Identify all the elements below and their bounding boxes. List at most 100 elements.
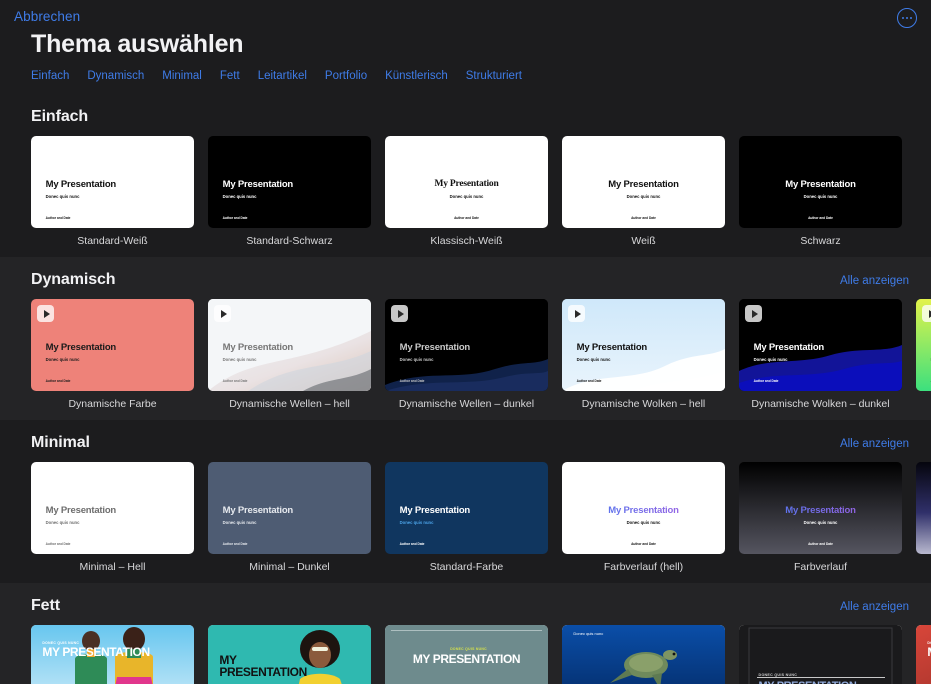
- theme-thumbnail[interactable]: My PresentationDonec quis nuncAuthor and…: [916, 462, 931, 554]
- section-fett: Fett Alle anzeigen DONEC QUIS NUNCMY PRES…: [0, 583, 931, 684]
- category-link-leitartikel[interactable]: Leitartikel: [258, 70, 307, 82]
- theme-card[interactable]: My PresentationDonec quis nuncAuthor and…: [562, 462, 725, 573]
- theme-thumbnail[interactable]: DONEC QUIS NUNCMY PRESENTATIONDonec quis…: [739, 625, 902, 684]
- theme-thumbnail[interactable]: My PresentationDonec quis nuncAuthor and…: [562, 136, 725, 228]
- theme-thumbnail[interactable]: My PresentationDonec quis nuncAuthor and…: [208, 136, 371, 228]
- play-icon[interactable]: [391, 305, 408, 322]
- slide-subtitle: Donec quis nunc: [739, 520, 902, 525]
- theme-thumbnail[interactable]: My PresentationDonec quis nuncAuthor and…: [385, 462, 548, 554]
- theme-thumbnail[interactable]: DONEC QUIS NUNCMY PRESENTATIONDonec quis…: [31, 625, 194, 684]
- theme-name: Dynamische Wolken – dunkel: [739, 398, 902, 410]
- theme-card[interactable]: My PresentationDonec quis nuncAuthor and…: [562, 299, 725, 410]
- slide-content: My PresentationDonec quis nuncAuthor and…: [208, 299, 371, 391]
- see-all-link[interactable]: Alle anzeigen: [840, 275, 909, 287]
- theme-card[interactable]: My PresentationDonec quis nuncAuthor and…: [385, 299, 548, 410]
- see-all-link[interactable]: Alle anzeigen: [840, 601, 909, 613]
- theme-card[interactable]: My PresentationDonec quis nuncAuthor and…: [739, 462, 902, 573]
- theme-card[interactable]: DONEC QUIS NUNCMY PRESENTATIONDonec quis…: [739, 625, 902, 684]
- theme-card[interactable]: My PresentationDonec quis nuncAuthor and…: [31, 136, 194, 247]
- slide-subtitle: Donec quis nunc: [400, 357, 434, 362]
- theme-thumbnail[interactable]: My PresentationDonec quis nuncAuthor and…: [739, 462, 902, 554]
- theme-card[interactable]: My PresentationDonec quis nuncAuthor and…: [916, 462, 931, 573]
- theme-thumbnail[interactable]: DONEC QUIS NUNCMY PRESENTATIONDonec quis…: [208, 625, 371, 684]
- section-title: Einfach: [31, 108, 88, 126]
- slide-footer: Author and Date: [739, 542, 902, 546]
- theme-card[interactable]: My Presentation Donec quis nunc Author and…: [208, 462, 371, 573]
- cancel-button[interactable]: Abbrechen: [14, 9, 80, 24]
- theme-thumbnail[interactable]: My PresentationDonec quis nuncAuthor and…: [385, 299, 548, 391]
- theme-thumbnail[interactable]: My PresentationDonec quis nuncAuthor and…: [739, 299, 902, 391]
- slide-subtitle: Donec quis nunc: [223, 520, 257, 525]
- slide-title: My Presentation: [46, 179, 116, 190]
- category-link-fett[interactable]: Fett: [220, 70, 240, 82]
- theme-card[interactable]: My PresentationDonec quis nuncAuthor and…: [208, 136, 371, 247]
- see-all-link[interactable]: Alle anzeigen: [840, 438, 909, 450]
- theme-thumbnail[interactable]: My PresentationDonec quis nuncAuthor and…: [562, 299, 725, 391]
- theme-card[interactable]: DONEC QUIS NUNCMY PRESENTATIONDonec quis…: [208, 625, 371, 684]
- theme-card[interactable]: DONEC QUIS NUNCMY PRESENTATIONDonec quis…: [31, 625, 194, 684]
- theme-name: Weiß: [562, 235, 725, 247]
- theme-thumbnail[interactable]: My Presentation Donec quis nunc Author and…: [208, 462, 371, 554]
- theme-card[interactable]: My PresentationDonec quis nuncAuthor and…: [31, 462, 194, 573]
- theme-thumbnail[interactable]: My PresentationDonec quis nuncAuthor and…: [31, 462, 194, 554]
- slide-kicker: DONEC QUIS NUNC: [759, 673, 798, 677]
- theme-card[interactable]: My PresentationDonec quis nuncAuthor and…: [739, 299, 902, 410]
- dot: [902, 17, 905, 20]
- slide-content: My PresentationDonec quis nuncAuthor and…: [562, 136, 725, 228]
- category-link-dynamisch[interactable]: Dynamisch: [87, 70, 144, 82]
- slide-title: My Presentation: [916, 505, 931, 516]
- theme-card[interactable]: My PresentationDonec quis nuncAuthor and…: [562, 136, 725, 247]
- theme-name: Standard-Schwarz: [208, 235, 371, 247]
- theme-thumbnail[interactable]: DONEC QUIS NUNCMY PRESENTATIONDonec quis…: [916, 625, 931, 684]
- theme-card[interactable]: My PresentationDonec quis nuncAuthor and…: [916, 299, 931, 410]
- play-icon[interactable]: [568, 305, 585, 322]
- play-icon[interactable]: [37, 305, 54, 322]
- theme-card[interactable]: DONEC QUIS NUNCMY PRESENTATIONDonec quis…: [385, 625, 548, 684]
- theme-name: Dynamische Wellen – hell: [208, 398, 371, 410]
- slide-footer: Author and Date: [223, 542, 248, 546]
- more-options-icon[interactable]: [897, 8, 917, 28]
- category-link-knstlerisch[interactable]: Künstlerisch: [385, 70, 448, 82]
- slide-footer: Author and Date: [385, 216, 548, 220]
- theme-thumbnail[interactable]: DONEC QUIS NUNCMY PRESENTATIONDonec quis…: [385, 625, 548, 684]
- play-icon[interactable]: [214, 305, 231, 322]
- section-title: Fett: [31, 597, 60, 615]
- play-icon[interactable]: [745, 305, 762, 322]
- category-link-portfolio[interactable]: Portfolio: [325, 70, 367, 82]
- slide-footer: Author and Date: [46, 216, 71, 220]
- slide-subtitle: Donec quis nunc: [400, 520, 434, 525]
- slide-subtitle: Donec quis nunc: [223, 357, 257, 362]
- theme-name: Dynamische Wellen – dunkel: [385, 398, 548, 410]
- theme-thumbnail[interactable]: My PresentationDonec quis nuncAuthor and…: [385, 136, 548, 228]
- theme-card[interactable]: My PresentationDonec quis nuncAuthor and…: [739, 136, 902, 247]
- theme-row[interactable]: My PresentationDonec quis nuncAuthor and…: [0, 299, 931, 410]
- theme-name: Farbverlauf (hell): [562, 561, 725, 573]
- section-header: Einfach: [0, 94, 931, 136]
- theme-card[interactable]: My PresentationDonec quis nuncAuthor and…: [385, 136, 548, 247]
- theme-thumbnail[interactable]: My PresentationDonec quis nuncAuthor and…: [208, 299, 371, 391]
- theme-row[interactable]: My Presentation Donec quis nunc Author and…: [0, 462, 931, 573]
- theme-row[interactable]: DONEC QUIS NUNCMY PRESENTATIONDonec quis…: [0, 625, 931, 684]
- theme-thumbnail[interactable]: My PresentationDonec quis nuncAuthor and…: [31, 299, 194, 391]
- theme-thumbnail[interactable]: DONEC QUIS NUNCMY PRESENTATIONDonec quis…: [562, 625, 725, 684]
- play-icon[interactable]: [922, 305, 931, 322]
- theme-card[interactable]: My PresentationDonec quis nuncAuthor and…: [31, 299, 194, 410]
- theme-thumbnail[interactable]: My PresentationDonec quis nuncAuthor and…: [31, 136, 194, 228]
- theme-row[interactable]: My PresentationDonec quis nuncAuthor and…: [0, 136, 931, 247]
- slide-content: My PresentationDonec quis nuncAuthor and…: [208, 136, 371, 228]
- dot: [910, 17, 913, 20]
- slide-title: My Presentation: [223, 505, 293, 516]
- category-link-minimal[interactable]: Minimal: [162, 70, 202, 82]
- theme-thumbnail[interactable]: My PresentationDonec quis nuncAuthor and…: [916, 299, 931, 391]
- theme-thumbnail[interactable]: My PresentationDonec quis nuncAuthor and…: [739, 136, 902, 228]
- slide-footer: Author and Date: [916, 542, 931, 546]
- theme-card[interactable]: DONEC QUIS NUNCMY PRESENTATIONDonec quis…: [916, 625, 931, 684]
- slide-content: My PresentationDonec quis nuncAuthor and…: [739, 136, 902, 228]
- theme-thumbnail[interactable]: My PresentationDonec quis nuncAuthor and…: [562, 462, 725, 554]
- theme-card[interactable]: DONEC QUIS NUNCMY PRESENTATIONDonec quis…: [562, 625, 725, 684]
- slide-footer: Author and Date: [46, 542, 71, 546]
- theme-card[interactable]: My PresentationDonec quis nuncAuthor and…: [385, 462, 548, 573]
- category-link-einfach[interactable]: Einfach: [31, 70, 69, 82]
- theme-card[interactable]: My PresentationDonec quis nuncAuthor and…: [208, 299, 371, 410]
- category-link-strukturiert[interactable]: Strukturiert: [466, 70, 522, 82]
